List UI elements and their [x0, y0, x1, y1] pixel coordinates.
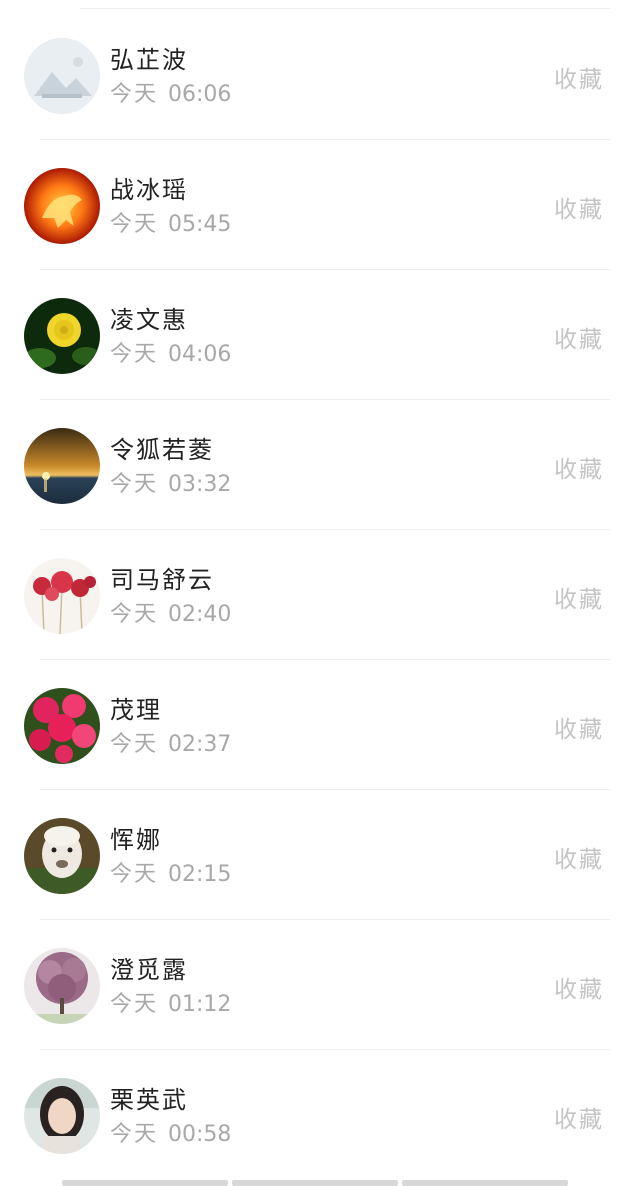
- yellow-rose-avatar: [24, 298, 100, 374]
- favorite-button[interactable]: 收藏: [554, 710, 604, 744]
- contact-name: 茂理: [110, 696, 162, 724]
- list-item[interactable]: 司马舒云 今天 02:40 收藏: [0, 530, 640, 660]
- timestamp: 今天 02:37: [110, 732, 232, 757]
- alpaca-avatar: [24, 818, 100, 894]
- contact-name: 战冰瑶: [110, 176, 188, 204]
- favorite-button[interactable]: 收藏: [554, 450, 604, 484]
- fire-horse-avatar: [24, 168, 100, 244]
- divider: [80, 8, 610, 9]
- list-item[interactable]: 凌文惠 今天 04:06 收藏: [0, 270, 640, 400]
- list-item[interactable]: 战冰瑶 今天 05:45 收藏: [0, 140, 640, 270]
- timestamp: 今天 02:15: [110, 862, 232, 887]
- toolbar-segment: [402, 1180, 568, 1186]
- timestamp: 今天 06:06: [110, 82, 232, 107]
- contact-name: 弘芷波: [110, 46, 188, 74]
- landscape-placeholder-avatar: [24, 38, 100, 114]
- favorite-button[interactable]: 收藏: [554, 190, 604, 224]
- list-item[interactable]: 茂理 今天 02:37 收藏: [0, 660, 640, 790]
- timestamp: 今天 04:06: [110, 342, 232, 367]
- favorite-button[interactable]: 收藏: [554, 1100, 604, 1134]
- timestamp: 今天 03:32: [110, 472, 232, 497]
- bottom-toolbar-edge: [62, 1180, 568, 1186]
- timestamp: 今天 05:45: [110, 212, 232, 237]
- toolbar-segment: [232, 1180, 398, 1186]
- favorite-button[interactable]: 收藏: [554, 970, 604, 1004]
- favorite-button[interactable]: 收藏: [554, 320, 604, 354]
- contact-name: 澄觅露: [110, 956, 188, 984]
- toolbar-segment: [62, 1180, 228, 1186]
- list-item[interactable]: 令狐若菱 今天 03:32 收藏: [0, 400, 640, 530]
- contact-name: 司马舒云: [110, 566, 214, 594]
- blossom-tree-avatar: [24, 948, 100, 1024]
- contact-name: 凌文惠: [110, 306, 188, 334]
- red-flowers-avatar: [24, 558, 100, 634]
- list-item[interactable]: 弘芷波 今天 06:06 收藏: [0, 10, 640, 140]
- contact-name: 令狐若菱: [110, 436, 214, 464]
- timestamp: 今天 00:58: [110, 1122, 232, 1147]
- pink-flowers-avatar: [24, 688, 100, 764]
- list-item[interactable]: 恽娜 今天 02:15 收藏: [0, 790, 640, 920]
- timestamp: 今天 02:40: [110, 602, 232, 627]
- timestamp: 今天 01:12: [110, 992, 232, 1017]
- list-item[interactable]: 栗英武 今天 00:58 收藏: [0, 1050, 640, 1180]
- favorite-button[interactable]: 收藏: [554, 60, 604, 94]
- woman-portrait-avatar: [24, 1078, 100, 1154]
- sunset-sea-avatar: [24, 428, 100, 504]
- favorite-button[interactable]: 收藏: [554, 580, 604, 614]
- contact-name: 恽娜: [110, 826, 162, 854]
- contact-name: 栗英武: [110, 1086, 188, 1114]
- list-item[interactable]: 澄觅露 今天 01:12 收藏: [0, 920, 640, 1050]
- favorite-button[interactable]: 收藏: [554, 840, 604, 874]
